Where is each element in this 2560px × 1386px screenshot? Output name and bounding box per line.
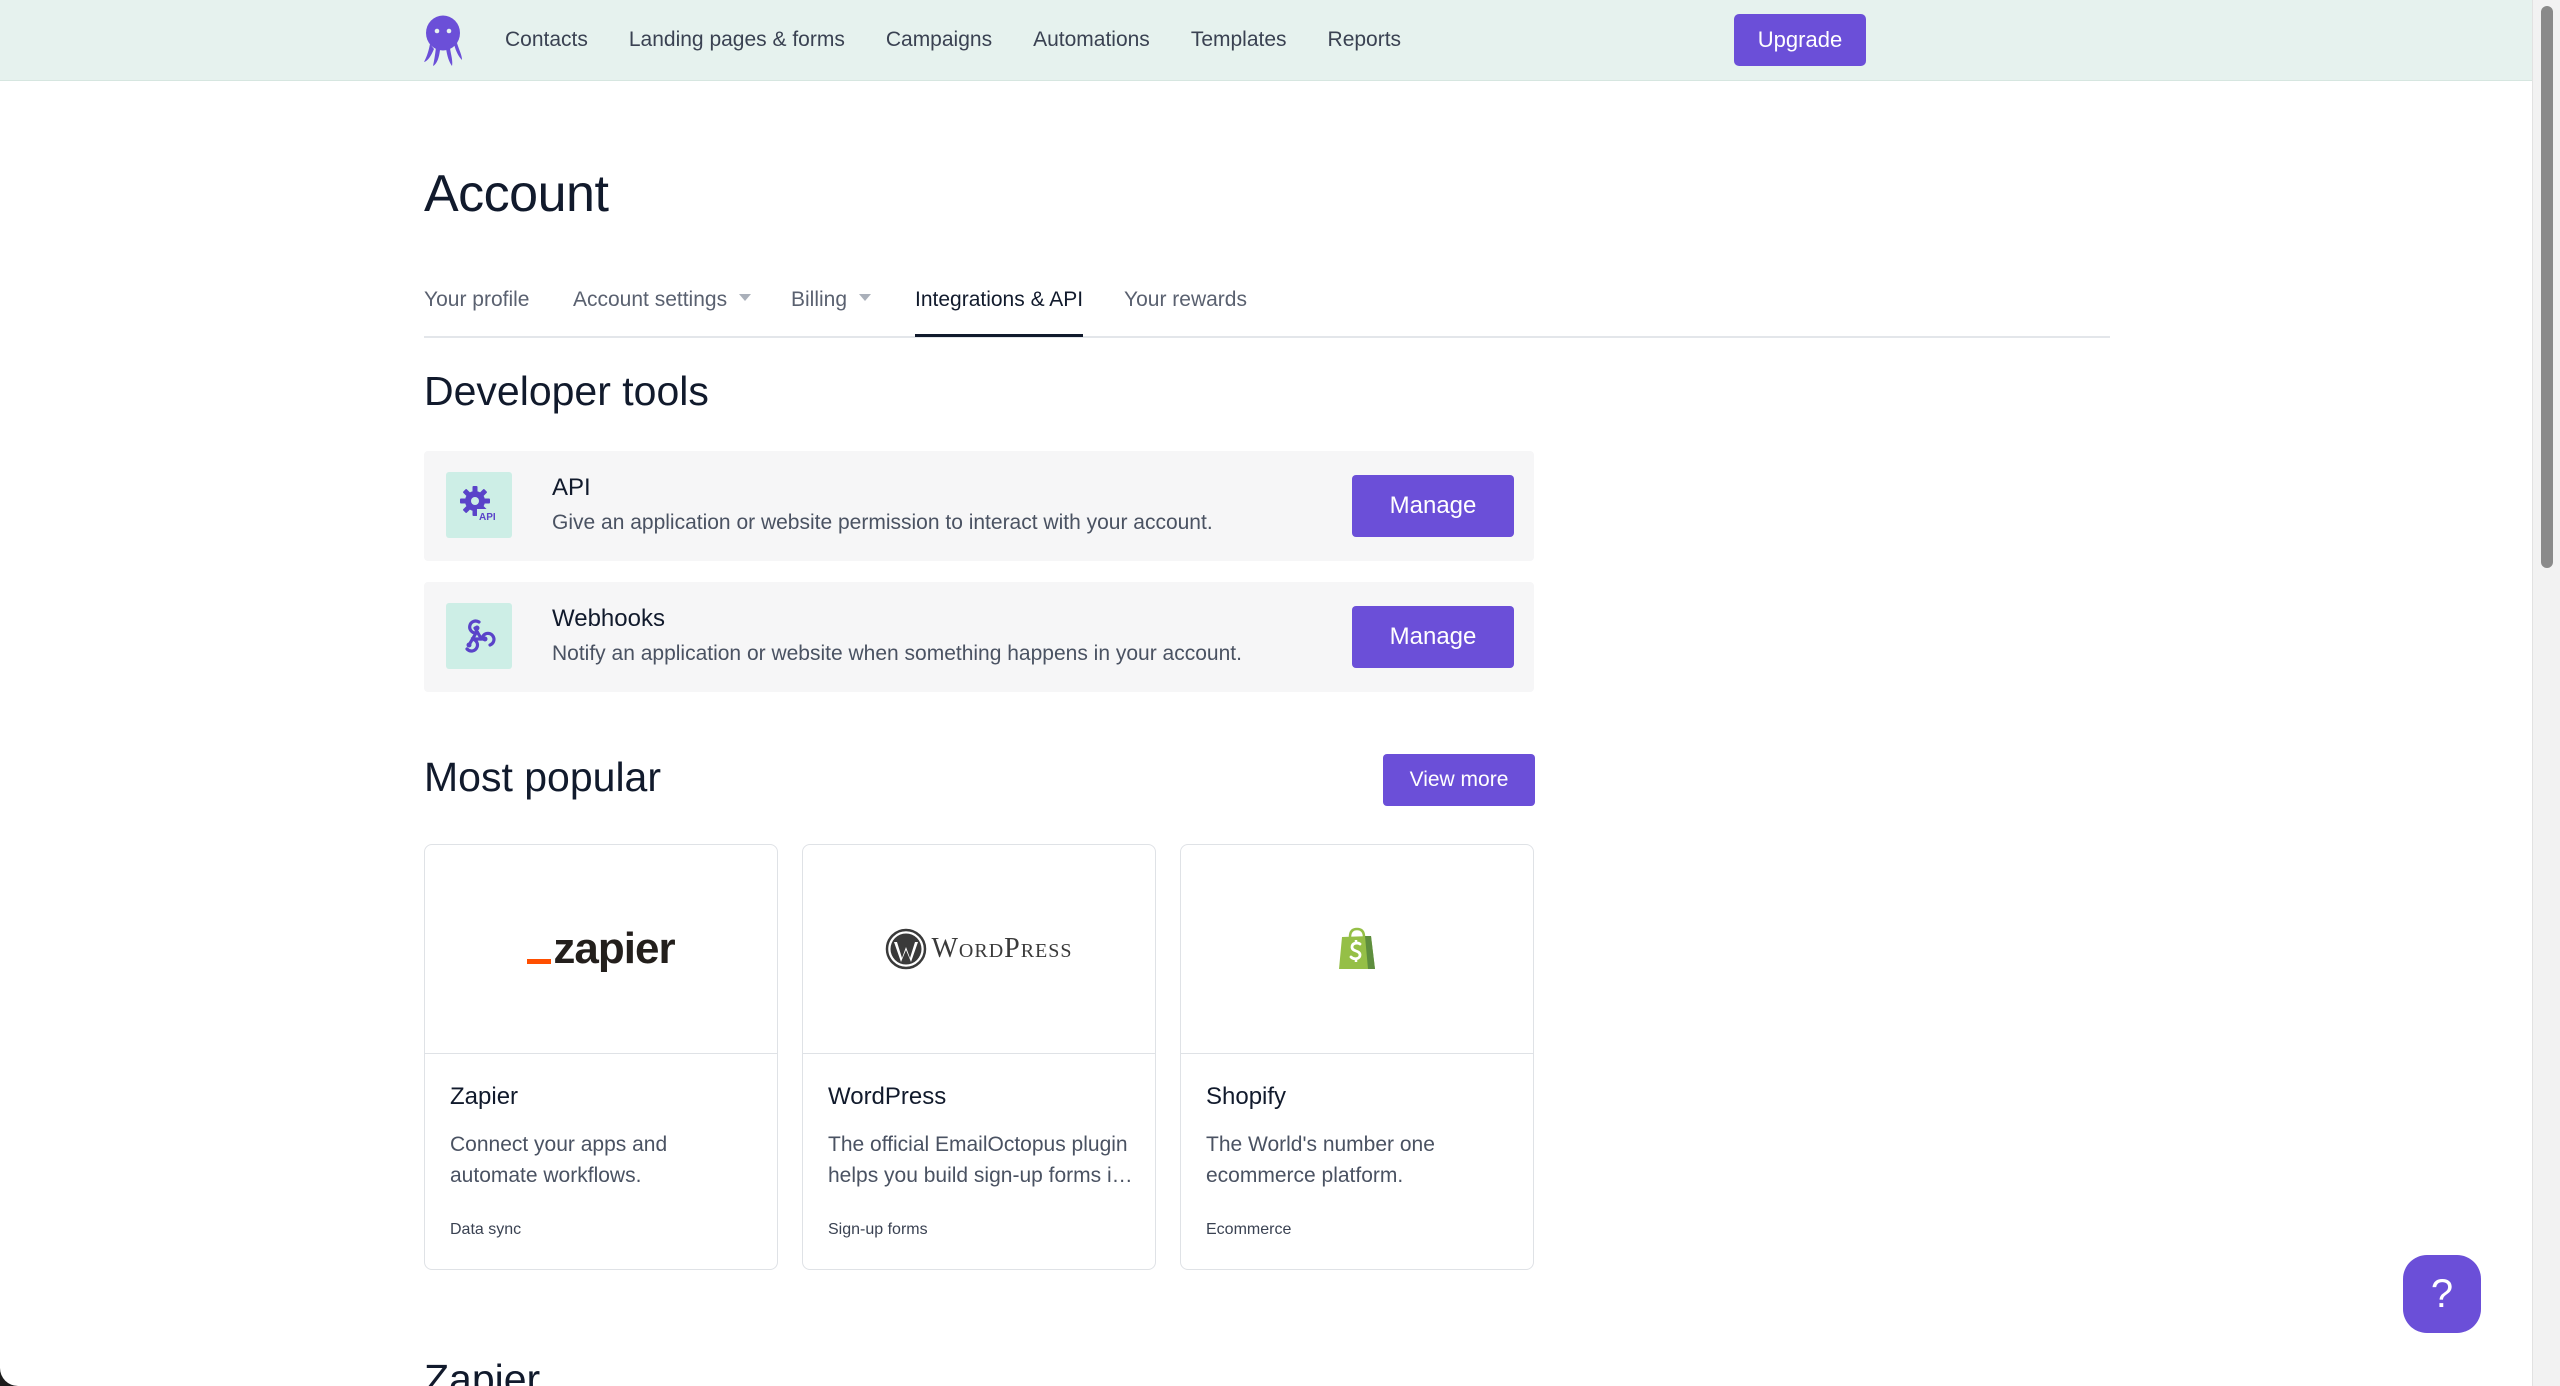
tab-label: Integrations & API (915, 288, 1084, 311)
nav-link-reports[interactable]: Reports (1328, 28, 1402, 52)
integration-description: Connect your apps and automate workflows… (450, 1133, 668, 1187)
caret-down-icon (859, 293, 872, 301)
nav-link-landing-pages-forms[interactable]: Landing pages & forms (629, 28, 845, 52)
webhooks-icon (446, 603, 512, 669)
top-navigation: Contacts Landing pages & forms Campaigns… (0, 0, 2532, 81)
tab-your-rewards[interactable]: Your rewards (1124, 288, 1247, 334)
integration-description: The World's number one ecommerce platfor… (1206, 1133, 1435, 1187)
wordpress-wordmark: WordPress (885, 928, 1072, 970)
page-title: Account (424, 165, 609, 223)
api-description: Give an application or website permissio… (552, 511, 1213, 534)
browser-viewport: Contacts Landing pages & forms Campaigns… (0, 0, 2532, 1386)
developer-tools-heading: Developer tools (424, 368, 709, 414)
integration-card-wordpress[interactable]: WordPress WordPress The official EmailOc… (802, 844, 1156, 1270)
nav-link-templates[interactable]: Templates (1191, 28, 1287, 52)
nav-link-contacts[interactable]: Contacts (505, 28, 588, 52)
integration-category: Ecommerce (1206, 1221, 1292, 1238)
shopify-bag-icon (1339, 927, 1375, 969)
zapier-section-heading: Zapier (424, 1356, 541, 1386)
integration-name: WordPress (828, 1083, 947, 1110)
upgrade-button[interactable]: Upgrade (1734, 14, 1866, 66)
zapier-logo-text: zapier (553, 924, 675, 973)
tab-label: Your profile (424, 288, 530, 311)
webhooks-title: Webhooks (552, 605, 665, 632)
tab-billing[interactable]: Billing (791, 288, 872, 334)
nav-link-automations[interactable]: Automations (1033, 28, 1150, 52)
integration-card-shopify[interactable]: Shopify The World's number one ecommerce… (1180, 844, 1534, 1270)
view-more-button[interactable]: View more (1383, 754, 1535, 806)
integration-category: Data sync (450, 1221, 522, 1238)
help-button[interactable]: ? (2403, 1255, 2481, 1333)
page-scrollbar[interactable] (2532, 0, 2560, 1386)
integration-category: Sign-up forms (828, 1221, 928, 1238)
integration-name: Zapier (450, 1083, 519, 1110)
api-card: API API Give an application or website p… (424, 451, 1534, 561)
zapier-wordmark: zapier (527, 924, 676, 974)
api-title: API (552, 474, 591, 501)
scrollbar-thumb[interactable] (2541, 6, 2553, 568)
nav-link-campaigns[interactable]: Campaigns (886, 28, 992, 52)
tab-your-profile[interactable]: Your profile (424, 288, 529, 334)
question-mark-icon: ? (2430, 1271, 2454, 1316)
zapier-bar-icon (527, 959, 552, 964)
nav-links: Contacts Landing pages & forms Campaigns… (505, 0, 1442, 80)
webhooks-card: Webhooks Notify an application or websit… (424, 582, 1534, 692)
caret-down-icon (739, 293, 752, 301)
octopus-logo-icon[interactable] (422, 14, 464, 68)
webhooks-manage-button[interactable]: Manage (1352, 606, 1514, 668)
tab-account-settings[interactable]: Account settings (573, 288, 752, 334)
tab-label: Account settings (573, 288, 728, 311)
wordpress-logo: WordPress (803, 845, 1155, 1054)
tab-label: Billing (791, 288, 848, 311)
integration-card-zapier[interactable]: zapier Zapier Connect your apps and auto… (424, 844, 778, 1270)
integration-description: The official EmailOctopus plugin helps y… (828, 1133, 1128, 1187)
wordpress-w-icon (886, 928, 927, 970)
integration-name: Shopify (1206, 1083, 1287, 1110)
shopify-logo (1181, 845, 1533, 1054)
api-manage-button[interactable]: Manage (1352, 475, 1514, 537)
wordpress-logo-text: WordPress (931, 933, 1073, 964)
tab-integrations-api[interactable]: Integrations & API (915, 288, 1084, 337)
svg-text:API: API (479, 512, 496, 523)
tab-label: Your rewards (1124, 288, 1247, 311)
most-popular-heading: Most popular (424, 754, 662, 800)
zapier-logo: zapier (425, 845, 777, 1054)
api-gear-icon: API (446, 472, 512, 538)
account-tabs: Your profile Account settings Billing In… (424, 282, 2110, 338)
webhooks-description: Notify an application or website when so… (552, 642, 1242, 665)
